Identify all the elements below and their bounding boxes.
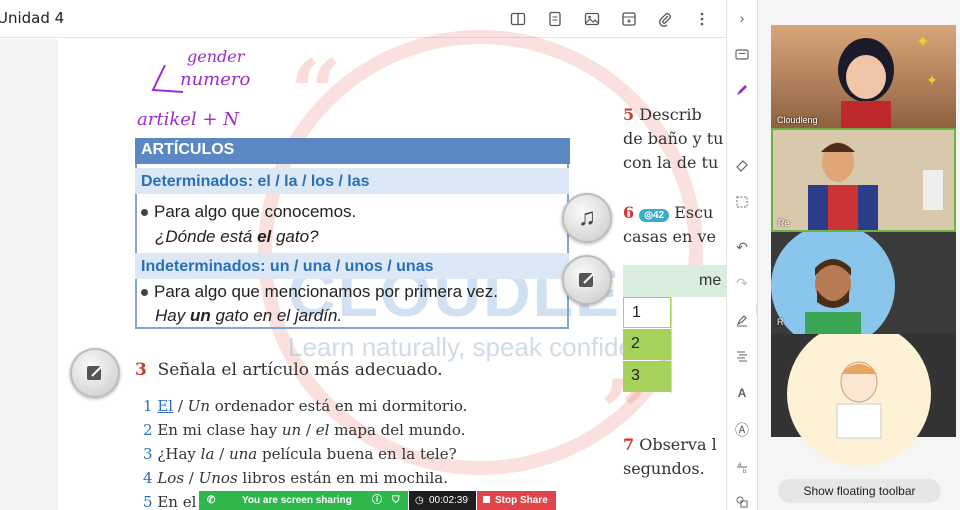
table-header: me (623, 265, 726, 297)
participant-avatar (771, 224, 895, 348)
table-row-number: 3 (623, 361, 671, 392)
stop-share-button[interactable]: Stop Share (477, 491, 556, 510)
highlighter-icon[interactable] (732, 310, 752, 330)
pen-icon[interactable] (732, 80, 752, 100)
video-tile[interactable]: R (771, 224, 956, 348)
participant-avatar (773, 130, 954, 230)
table-row-number: 2 (623, 329, 671, 360)
participant-name: Re (778, 218, 790, 228)
edit-icon (579, 273, 594, 287)
clock-icon: ◷ (415, 495, 424, 506)
app-root: Unidad 4 “ ” CLOUDLENGUA Learn naturally… (0, 0, 960, 510)
participant-name: Cloudleng (777, 115, 818, 125)
shapes-icon[interactable] (732, 492, 752, 510)
add-page-icon[interactable] (619, 9, 639, 29)
phone-icon: ✆ (207, 495, 216, 506)
text-tool-icon[interactable]: A (732, 383, 752, 403)
exercise3-item: 4 Los / Unos libros están en mi mochila. (143, 469, 448, 487)
select-area-icon[interactable] (732, 192, 752, 212)
svg-text:✦: ✦ (916, 34, 929, 51)
indeterminados-forms: un / una / unos / unas (269, 258, 434, 275)
top-bar: Unidad 4 (0, 0, 726, 38)
exercise6-line: 6 ◎42 Escu (623, 203, 714, 222)
handwriting-artikel: artikel + N (137, 109, 240, 130)
undo-icon[interactable]: ↶ (732, 237, 752, 257)
document-icon[interactable] (545, 9, 565, 29)
watermark-tagline: Learn naturally, speak confidently (288, 332, 674, 362)
attachment-icon[interactable] (655, 9, 675, 29)
ind-definition: Para algo que mencionamos por primera ve… (141, 282, 498, 302)
table-row-number: 1 (623, 297, 671, 328)
chevron-right-icon[interactable]: › (732, 8, 752, 28)
more-options-icon[interactable] (692, 9, 712, 29)
exercise5-line: con la de tu (623, 153, 719, 172)
participant-avatar (787, 322, 931, 466)
edit-icon (87, 366, 102, 380)
indeterminados-row: Indeterminados: un / una / unos / unas (135, 253, 569, 279)
edit-exercise-button[interactable] (70, 348, 120, 398)
exercise3-item: 1 El / Un ordenador está en mi dormitori… (143, 397, 468, 415)
redo-icon[interactable]: ↷ (732, 273, 752, 293)
page-title: Unidad 4 (0, 9, 65, 27)
bullet-icon (141, 289, 148, 297)
info-icon[interactable]: ⓘ (372, 491, 382, 510)
exercise3-heading: 3 Señala el artículo más adecuado. (135, 360, 443, 380)
eraser-icon[interactable] (732, 155, 752, 175)
math-icon[interactable]: ab (732, 457, 752, 477)
exercise7-line: segundos. (623, 459, 705, 478)
exercise6-line: casas en ve (623, 227, 716, 246)
participant-avatar: ✦ ✦ (838, 34, 938, 128)
svg-text:✦: ✦ (926, 72, 938, 88)
book-view-icon[interactable] (508, 9, 528, 29)
handwriting-gender: gender (187, 47, 246, 66)
shield-icon: ⛉ (392, 495, 400, 506)
det-definition: Para algo que conocemos. (141, 202, 356, 222)
comment-icon[interactable] (732, 45, 752, 65)
svg-text:b: b (743, 469, 747, 474)
exercise3-item: 5 En el (143, 493, 197, 510)
watermark-quote-icon: “ (290, 40, 342, 146)
bullet-icon (141, 209, 148, 217)
handwriting-annotation: gender numero artikel + N (137, 47, 251, 130)
determinados-row: Determinados: el / la / los / las (135, 168, 569, 194)
video-tile[interactable]: Re (771, 128, 956, 232)
screen-sharing-bar: ✆ You are screen sharing ⓘ ⛉ (199, 491, 408, 510)
video-tile[interactable]: ✦ ✦ Cloudleng (771, 25, 956, 128)
indeterminados-label: Indeterminados: (141, 258, 266, 275)
ind-example: Hay un gato en el jardín. (155, 306, 343, 325)
articles-heading: ARTÍCULOS (135, 138, 570, 164)
edit-exercise-button[interactable] (562, 255, 612, 305)
handwriting-numero: numero (180, 69, 251, 90)
participant-name: R (777, 317, 784, 327)
music-note-icon: ♫ (578, 204, 596, 231)
audio-button[interactable]: ♫ (562, 193, 612, 243)
exercise3-item: 3 ¿Hay la / una película buena en la tel… (143, 445, 457, 463)
exercise7-line: 7 Observa l (623, 435, 717, 454)
determinados-label: Determinados: (141, 173, 254, 190)
exercise3-item: 2 En mi clase hay un / el mapa del mundo… (143, 421, 466, 439)
image-icon[interactable] (582, 9, 602, 29)
table-answer-column (671, 297, 726, 393)
show-floating-toolbar-button[interactable]: Show floating toolbar (778, 479, 941, 503)
text-align-icon[interactable] (732, 346, 752, 366)
determinados-forms: el / la / los / las (257, 173, 370, 190)
audio-track-badge[interactable]: ◎42 (639, 209, 670, 222)
exercise5-line: 5 Describ (623, 105, 702, 124)
side-toolbar: › ↶ ↷ A Ⓐ ab (726, 0, 756, 510)
sharing-message: You are screen sharing (242, 495, 352, 506)
sharing-timer: ◷ 00:02:39 (409, 491, 476, 510)
stop-icon (483, 496, 490, 503)
det-example: ¿Dónde está el gato? (155, 227, 319, 246)
exercise5-line: de baño y tu (623, 129, 724, 148)
font-style-icon[interactable]: Ⓐ (732, 420, 752, 440)
video-tile[interactable] (771, 322, 956, 466)
